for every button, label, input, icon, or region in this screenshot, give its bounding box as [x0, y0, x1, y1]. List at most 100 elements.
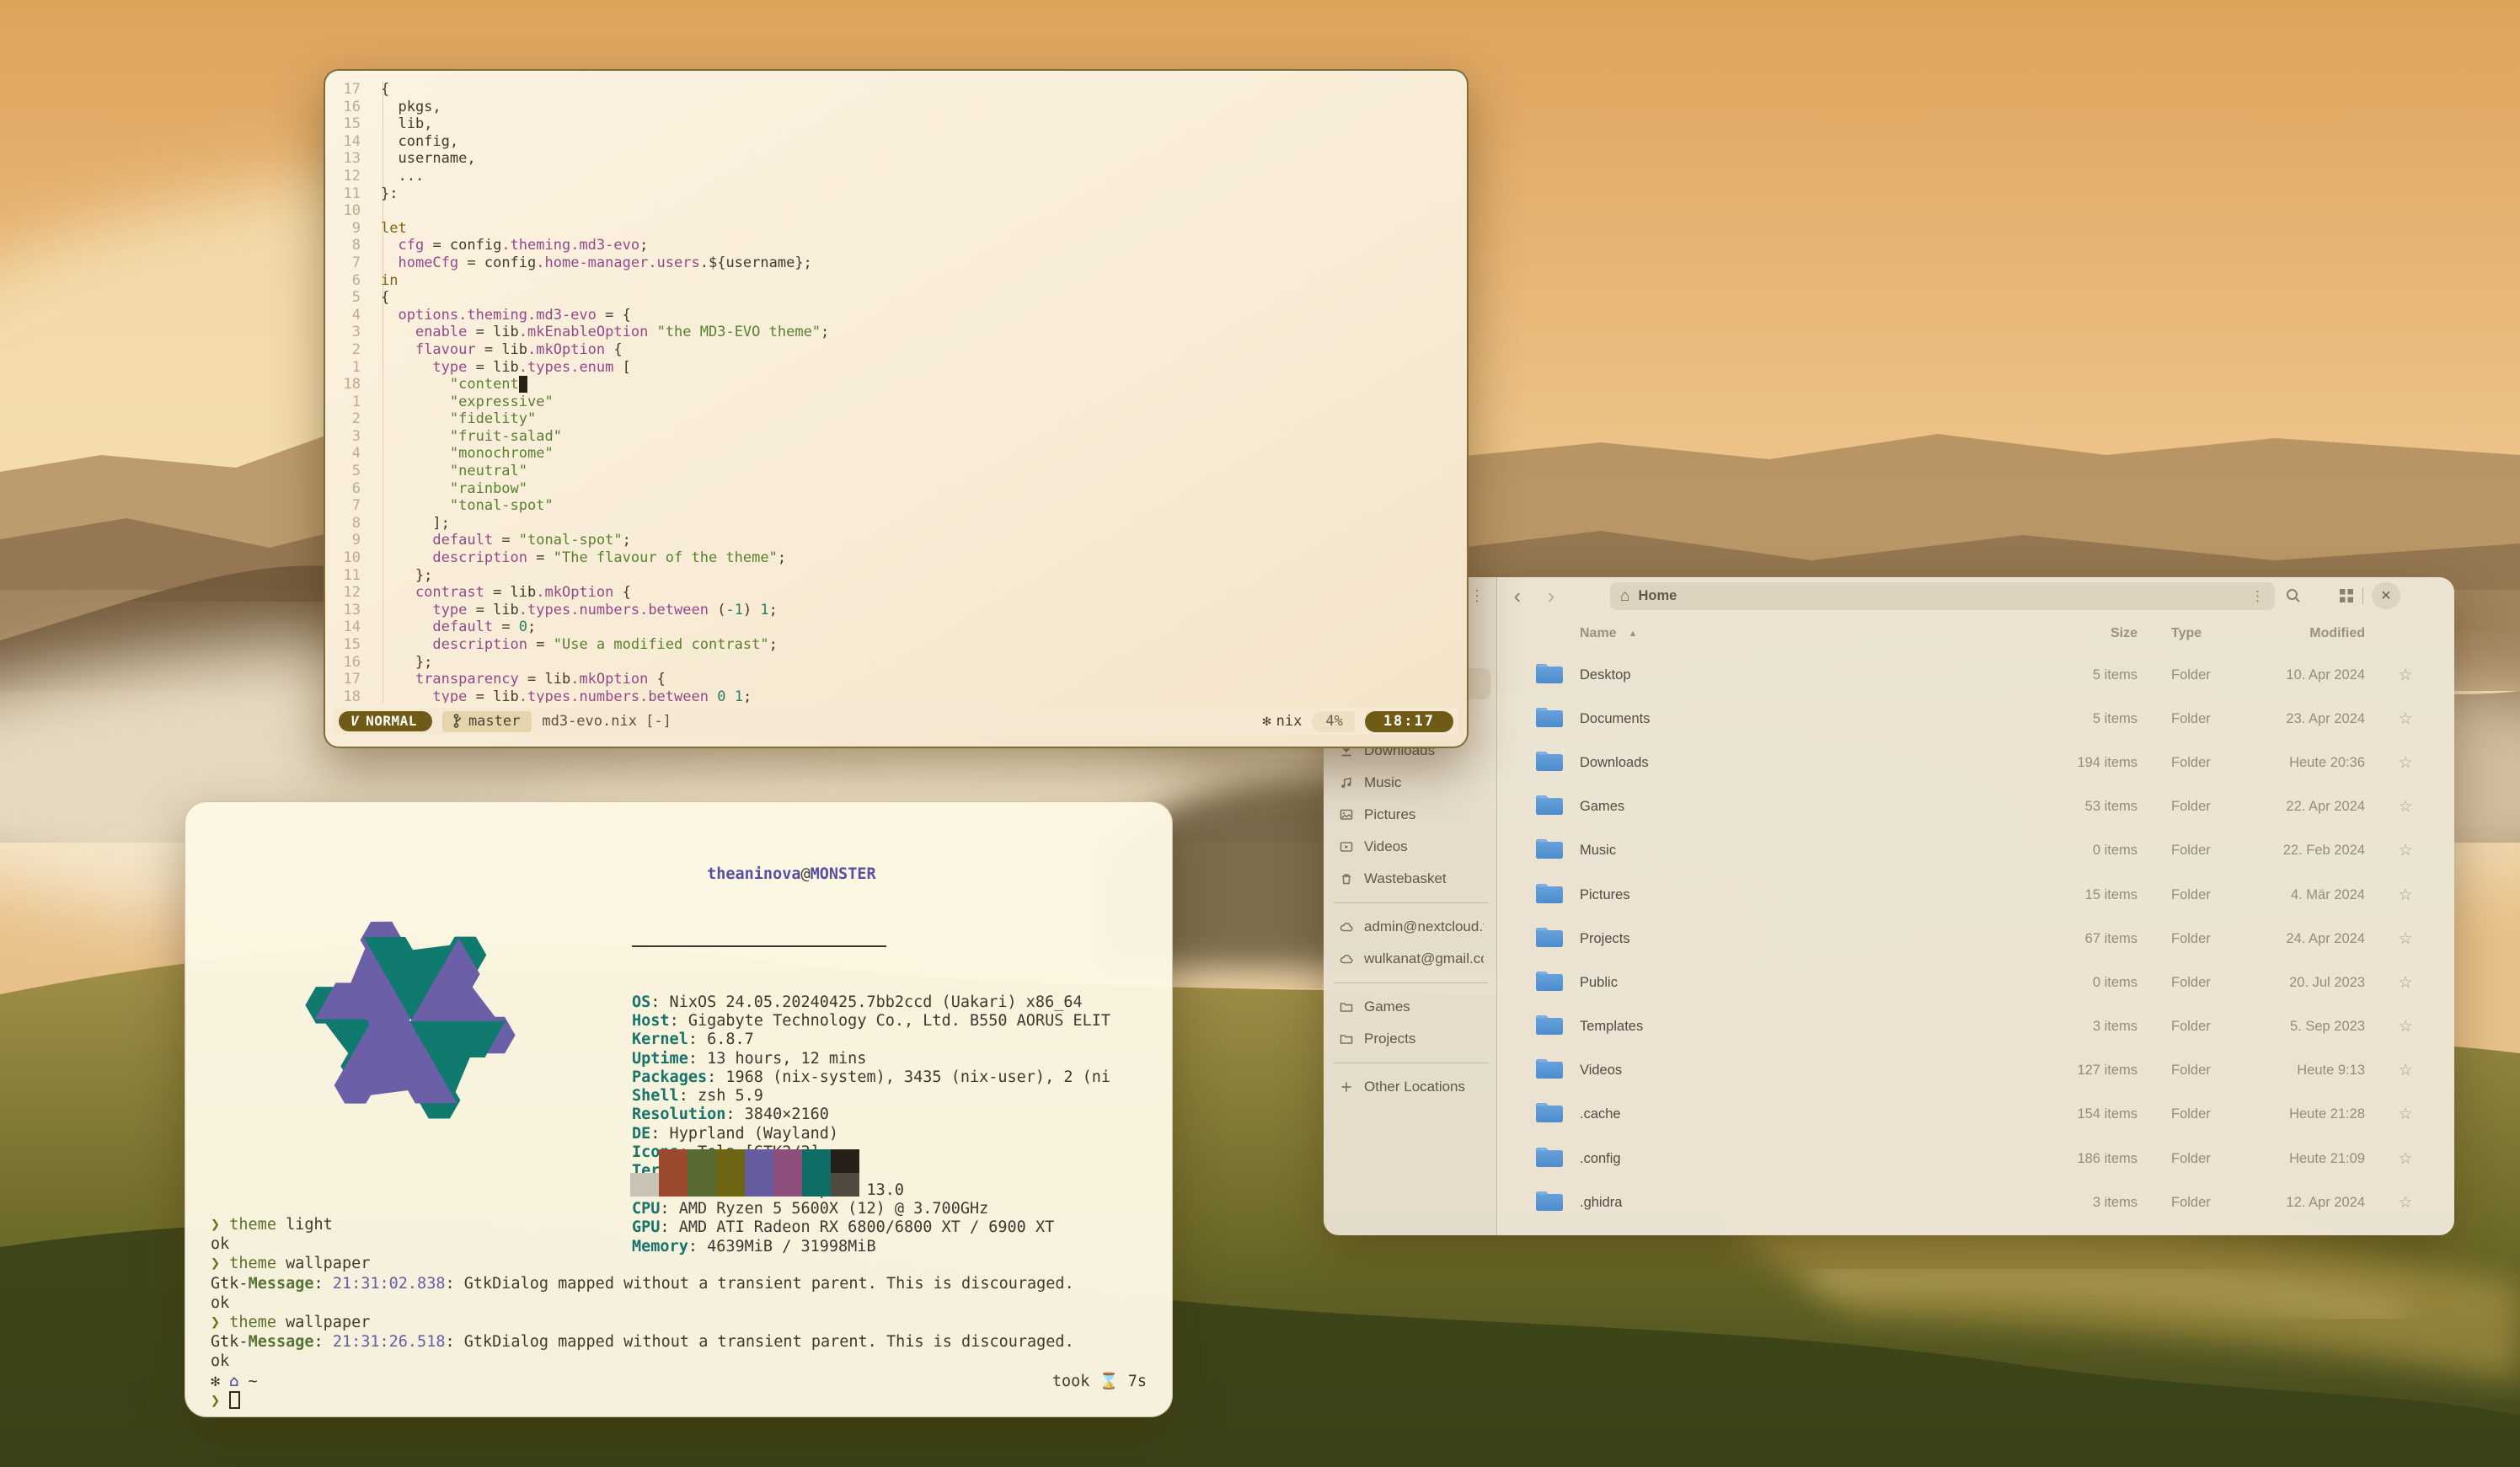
text-segment: default	[432, 532, 493, 549]
text-segment: theme	[229, 1255, 276, 1272]
text-segment: Message	[249, 1333, 314, 1351]
star-icon[interactable]: ☆	[2387, 1017, 2424, 1036]
table-row[interactable]: .config186 itemsFolderHeute 21:09☆	[1497, 1137, 2446, 1181]
line-number: 9	[334, 532, 371, 549]
git-branch-badge[interactable]: master	[442, 711, 532, 732]
terminal-window[interactable]: theaninova@MONSTER OS: NixOS 24.05.20240…	[185, 801, 1173, 1417]
scroll-percent: 4%	[1312, 711, 1354, 732]
system-info-line: Packages: 1968 (nix-system), 3435 (nix-u…	[632, 1068, 1110, 1087]
sidebar-item-wastebasket[interactable]: Wastebasket	[1330, 863, 1492, 895]
text-segment: {	[605, 341, 622, 358]
text-segment: =	[527, 549, 554, 566]
search-button[interactable]	[2279, 582, 2308, 609]
text-segment: ❯	[211, 1314, 229, 1331]
star-icon[interactable]: ☆	[2387, 666, 2424, 685]
terminal-line-left: Gtk-Message: 21:31:26.518: GtkDialog map…	[211, 1332, 1074, 1352]
line-number: 8	[334, 237, 371, 254]
palette-swatch	[802, 1173, 831, 1197]
image-icon	[1339, 807, 1354, 822]
file-size: 5 items	[2036, 711, 2137, 727]
editor-window: 17{16 pkgs,15 lib,14 config,13 username,…	[324, 69, 1469, 748]
star-icon[interactable]: ☆	[2387, 973, 2424, 993]
text-segment: flavour	[415, 341, 476, 358]
code-line: 12 contrast = lib.mkOption {	[334, 584, 1460, 602]
sidebar-item-label: Videos	[1364, 838, 1408, 855]
table-row[interactable]: Pictures15 itemsFolder4. Mär 2024☆	[1497, 873, 2446, 917]
star-icon[interactable]: ☆	[2387, 1061, 2424, 1080]
text-segment: .mkOption	[536, 584, 613, 601]
title-underline	[632, 945, 886, 947]
star-icon[interactable]: ☆	[2387, 841, 2424, 860]
table-row[interactable]: .ghidra3 itemsFolder12. Apr 2024☆	[1497, 1181, 2446, 1224]
sidebar-item-other-locations[interactable]: Other Locations	[1330, 1071, 1492, 1103]
back-button[interactable]: ‹	[1504, 582, 1531, 609]
column-header-modified[interactable]: Modified	[2239, 626, 2365, 641]
code-line: 9 default = "tonal-spot";	[334, 532, 1460, 549]
terminal-line-left: Gtk-Message: 21:31:02.838: GtkDialog map…	[211, 1274, 1074, 1293]
sidebar-item-label: Projects	[1364, 1031, 1415, 1047]
forward-button[interactable]: ›	[1538, 582, 1565, 609]
info-value: : Gigabyte Technology Co., Ltd. B550 AOR…	[670, 1012, 1110, 1030]
table-row[interactable]: .cache154 itemsFolderHeute 21:28☆	[1497, 1093, 2446, 1137]
sidebar-item-pictures[interactable]: Pictures	[1330, 799, 1492, 831]
code-text: default = 0;	[371, 618, 536, 636]
terminal-line-left: ok	[211, 1293, 229, 1313]
info-label: Host	[632, 1012, 670, 1030]
sidebar-item-label: admin@nextcloud.theanin…	[1364, 918, 1484, 935]
hostname: MONSTER	[811, 865, 876, 883]
file-size: 0 items	[2036, 843, 2137, 859]
table-row[interactable]: Documents5 itemsFolder23. Apr 2024☆	[1497, 697, 2446, 741]
sidebar-item-music[interactable]: Music	[1330, 767, 1492, 799]
sidebar-menu-icon[interactable]: ⋮	[1465, 582, 1489, 609]
star-icon[interactable]: ☆	[2387, 1105, 2424, 1124]
table-row[interactable]: Templates3 itemsFolder5. Sep 2023☆	[1497, 1005, 2446, 1049]
sidebar-item-label: Other Locations	[1364, 1079, 1465, 1095]
table-row[interactable]: Desktop5 itemsFolder10. Apr 2024☆	[1497, 653, 2446, 697]
folder-icon	[1534, 792, 1568, 822]
info-label: Shell	[632, 1087, 679, 1105]
file-size: 67 items	[2036, 931, 2137, 947]
star-icon[interactable]: ☆	[2387, 1149, 2424, 1169]
line-number: 1	[334, 394, 371, 411]
star-icon[interactable]: ☆	[2387, 886, 2424, 905]
close-button[interactable]: ✕	[2372, 582, 2400, 609]
line-number: 12	[334, 584, 371, 602]
text-segment: default	[432, 618, 493, 635]
line-number: 10	[334, 202, 371, 220]
text-segment: homeCfg	[398, 254, 458, 271]
column-header-name[interactable]: Name▲	[1580, 626, 2036, 641]
file-modified: 20. Jul 2023	[2239, 975, 2365, 991]
sidebar-item-wulkanat-gmail-com[interactable]: wulkanat@gmail.com	[1330, 943, 1492, 975]
star-icon[interactable]: ☆	[2387, 797, 2424, 816]
nixos-logo	[209, 822, 612, 1218]
code-area[interactable]: 17{16 pkgs,15 lib,14 config,13 username,…	[334, 81, 1460, 703]
sidebar-item-projects[interactable]: Projects	[1330, 1023, 1492, 1055]
column-header-type[interactable]: Type	[2171, 626, 2239, 641]
sidebar: DownloadsMusicPicturesVideosWastebasketa…	[1330, 735, 1492, 1103]
table-row[interactable]: Projects67 itemsFolder24. Apr 2024☆	[1497, 917, 2446, 961]
code-line: 10 description = "The flavour of the the…	[334, 549, 1460, 567]
path-bar[interactable]: ⌂ Home ⋮	[1610, 582, 2275, 610]
table-row[interactable]: Downloads194 itemsFolderHeute 20:36☆	[1497, 741, 2446, 784]
column-header-size[interactable]: Size	[2036, 626, 2137, 641]
code-line: 17 transparency = lib.mkOption {	[334, 671, 1460, 688]
info-value: : 6.8.7	[688, 1031, 754, 1048]
star-icon[interactable]: ☆	[2387, 1193, 2424, 1213]
table-row[interactable]: Games53 itemsFolder22. Apr 2024☆	[1497, 785, 2446, 829]
sidebar-item-admin-nextcloud-theanin-[interactable]: admin@nextcloud.theanin…	[1330, 911, 1492, 943]
text-segment	[725, 688, 734, 703]
line-number: 2	[334, 410, 371, 428]
code-text: type = lib.types.numbers.between (-1) 1;	[371, 602, 778, 619]
star-icon[interactable]: ☆	[2387, 929, 2424, 949]
table-row[interactable]: Videos127 itemsFolderHeute 9:13☆	[1497, 1049, 2446, 1093]
table-row[interactable]: Music0 itemsFolder22. Feb 2024☆	[1497, 829, 2446, 873]
plus-icon	[1339, 1079, 1354, 1095]
star-icon[interactable]: ☆	[2387, 709, 2424, 729]
code-text: in	[371, 272, 398, 290]
path-menu-icon[interactable]: ⋮	[2250, 588, 2265, 605]
code-text: enable = lib.mkEnableOption "the MD3-EVO…	[371, 324, 829, 341]
star-icon[interactable]: ☆	[2387, 753, 2424, 773]
sidebar-item-games[interactable]: Games	[1330, 991, 1492, 1023]
table-row[interactable]: Public0 itemsFolder20. Jul 2023☆	[1497, 961, 2446, 1004]
sidebar-item-videos[interactable]: Videos	[1330, 831, 1492, 863]
